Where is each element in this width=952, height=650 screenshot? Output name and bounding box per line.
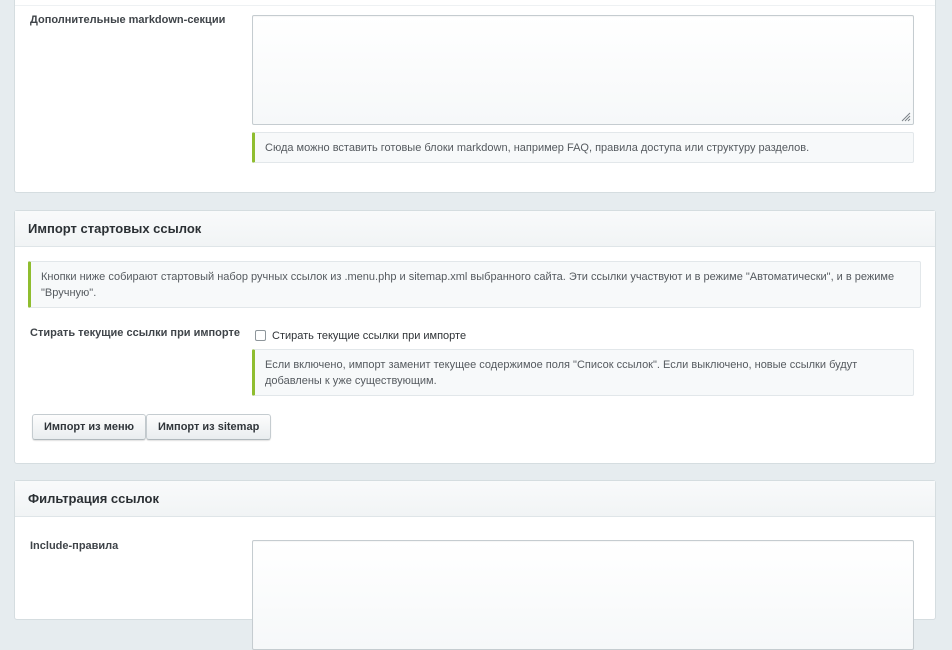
markdown-sections-label: Дополнительные markdown-секции [30, 14, 226, 26]
include-rules-textarea[interactable] [252, 540, 914, 650]
import-from-sitemap-button[interactable]: Импорт из sitemap [146, 414, 272, 440]
import-links-panel: Импорт стартовых ссылок Кнопки ниже соби… [14, 210, 936, 464]
import-links-info: Кнопки ниже собирают стартовый набор руч… [28, 261, 921, 308]
erase-links-checkbox-label[interactable]: Стирать текущие ссылки при импорте [272, 330, 466, 342]
panel-divider [15, 5, 935, 6]
include-rules-label: Include-правила [30, 540, 119, 552]
link-filter-panel: Фильтрация ссылок Include-правила [14, 480, 936, 650]
erase-links-label: Стирать текущие ссылки при импорте [30, 327, 240, 339]
import-links-title: Импорт стартовых ссылок [15, 211, 935, 247]
import-from-menu-button[interactable]: Импорт из меню [32, 414, 147, 440]
erase-links-checkbox[interactable] [255, 330, 266, 341]
markdown-sections-textarea[interactable] [252, 15, 914, 125]
resize-grip-icon[interactable] [901, 112, 911, 122]
link-filter-title: Фильтрация ссылок [15, 481, 935, 517]
markdown-sections-hint: Сюда можно вставить готовые блоки markdo… [252, 132, 914, 163]
erase-links-hint: Если включено, импорт заменит текущее со… [252, 349, 914, 396]
markdown-panel: Дополнительные markdown-секции Сюда можн… [14, 0, 936, 193]
